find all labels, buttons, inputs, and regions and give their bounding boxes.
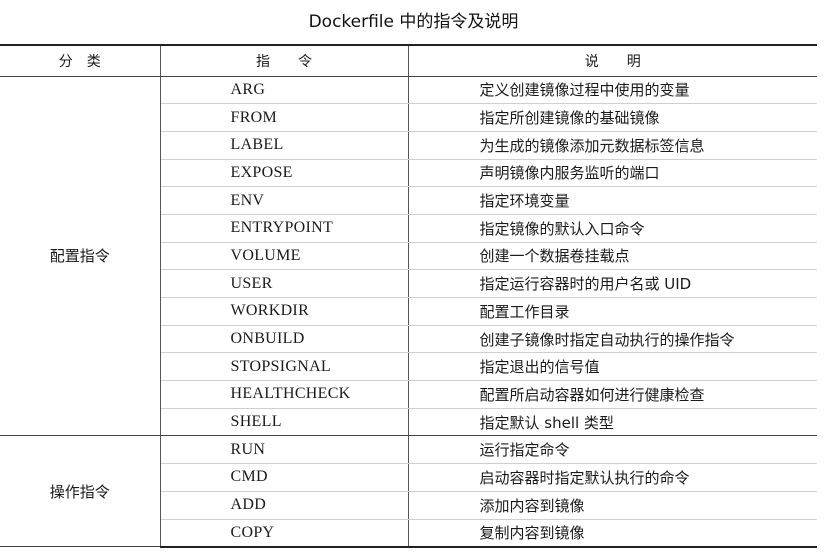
description-cell: 指定运行容器时的用户名或 UID xyxy=(408,269,817,298)
table-row: 操作指令 RUN 运行指定命令 xyxy=(0,435,817,548)
instruction-cell: COPY xyxy=(160,519,409,548)
description-cell: 指定所创建镜像的基础镜像 xyxy=(408,103,817,132)
instruction-cell: ADD xyxy=(160,491,409,520)
instruction-cell: ENV xyxy=(160,186,409,215)
description-cell: 创建一个数据卷挂载点 xyxy=(408,242,817,271)
instruction-cell: ARG xyxy=(160,76,409,105)
header-instruction: 指 令 xyxy=(160,44,409,77)
instruction-cell: STOPSIGNAL xyxy=(160,352,409,382)
dockerfile-instructions-table: 分 类 指 令 说 明 配置指令 ARG 定义创建镜像过程中使用的变量 FROM 指定所… xyxy=(0,44,817,548)
table-caption: Dockerfile 中的指令及说明 xyxy=(308,12,519,32)
description-cell: 为生成的镜像添加元数据标签信息 xyxy=(408,131,817,160)
header-row: 分 类 指 令 说 明 xyxy=(0,44,817,77)
instruction-cell: HEALTHCHECK xyxy=(160,380,409,409)
instruction-cell: RUN xyxy=(160,435,409,465)
description-cell: 配置工作目录 xyxy=(408,297,817,326)
header-description: 说 明 xyxy=(408,44,817,77)
description-cell: 配置所启动容器如何进行健康检查 xyxy=(408,380,817,409)
description-cell: 指定退出的信号值 xyxy=(408,352,817,382)
instruction-cell: FROM xyxy=(160,103,409,132)
description-cell: 复制内容到镜像 xyxy=(408,519,817,548)
description-cell: 指定环境变量 xyxy=(408,186,817,215)
table-header: 分 类 指 令 说 明 xyxy=(0,44,817,77)
instruction-cell: ENTRYPOINT xyxy=(160,214,409,243)
table-row: 配置指令 ARG 定义创建镜像过程中使用的变量 xyxy=(0,76,817,437)
category-cell: 操作指令 xyxy=(0,435,161,548)
instruction-cell: VOLUME xyxy=(160,242,409,271)
header-category: 分 类 xyxy=(0,44,161,77)
description-cell: 声明镜像内服务监听的端口 xyxy=(408,159,817,188)
description-cell: 创建子镜像时指定自动执行的操作指令 xyxy=(408,325,817,354)
description-cell: 指定镜像的默认入口命令 xyxy=(408,214,817,243)
instruction-cell: USER xyxy=(160,269,409,298)
instruction-cell: CMD xyxy=(160,463,409,492)
description-cell: 运行指定命令 xyxy=(408,435,817,465)
description-cell: 启动容器时指定默认执行的命令 xyxy=(408,463,817,492)
description-cell: 定义创建镜像过程中使用的变量 xyxy=(408,76,817,105)
table-body: 配置指令 ARG 定义创建镜像过程中使用的变量 FROM 指定所创建镜像的基础镜像 LAB… xyxy=(0,76,817,548)
instruction-cell: LABEL xyxy=(160,131,409,160)
category-cell: 配置指令 xyxy=(0,76,161,437)
instruction-cell: ONBUILD xyxy=(160,325,409,354)
instruction-cell: EXPOSE xyxy=(160,159,409,188)
description-cell: 指定默认 shell 类型 xyxy=(408,408,817,437)
instruction-cell: WORKDIR xyxy=(160,297,409,326)
description-cell: 添加内容到镜像 xyxy=(408,491,817,520)
instruction-cell: SHELL xyxy=(160,408,409,437)
